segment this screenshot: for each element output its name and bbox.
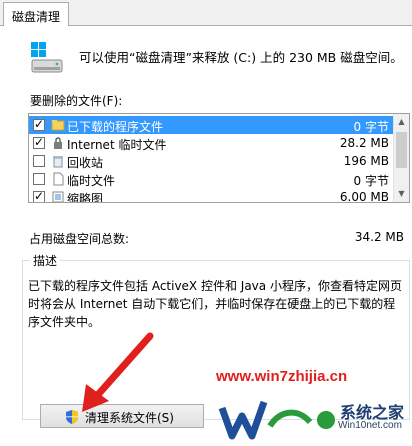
item-name: 已下载的程序文件 bbox=[67, 120, 164, 134]
description-title: 描述 bbox=[30, 252, 61, 269]
item-checkbox[interactable] bbox=[33, 135, 45, 149]
list-item[interactable]: 回收站 196 MB bbox=[29, 152, 395, 170]
clean-system-files-button[interactable]: 清理系统文件(S) bbox=[40, 404, 204, 428]
item-size: 196 MB bbox=[343, 154, 389, 168]
description-text: 已下载的程序文件包括 ActiveX 控件和 Java 小程序，你查看特定网页时… bbox=[28, 279, 402, 329]
item-size: 6.00 MB bbox=[339, 190, 389, 203]
item-name: 临时文件 bbox=[67, 174, 116, 188]
item-name: 回收站 bbox=[67, 156, 104, 170]
scroll-up-icon[interactable]: ▲ bbox=[394, 114, 409, 130]
recycle-bin-icon bbox=[53, 156, 63, 168]
scroll-thumb[interactable] bbox=[396, 132, 407, 168]
list-item[interactable]: Internet 临时文件 28.2 MB bbox=[29, 134, 395, 152]
disk-cleanup-drive-icon bbox=[31, 42, 63, 73]
item-checkbox[interactable] bbox=[33, 117, 45, 131]
uac-shield-icon bbox=[66, 410, 78, 424]
item-checkbox[interactable] bbox=[33, 155, 45, 167]
item-checkbox[interactable] bbox=[33, 189, 45, 202]
scroll-down-icon[interactable]: ▼ bbox=[394, 186, 409, 202]
list-item[interactable]: 已下载的程序文件 0 字节 bbox=[29, 116, 395, 134]
clean-system-files-label: 清理系统文件(S) bbox=[85, 411, 174, 425]
ie-lock-icon bbox=[54, 137, 62, 149]
list-item[interactable]: 临时文件 0 字节 bbox=[29, 170, 395, 188]
item-size: 0 字节 bbox=[353, 120, 389, 134]
item-size: 28.2 MB bbox=[339, 136, 389, 150]
watermark-url: www.win7zhijia.cn bbox=[216, 368, 348, 385]
tab-gap bbox=[4, 25, 68, 26]
watermark-site: Win10net.com bbox=[338, 420, 402, 431]
thumbnail-icon bbox=[52, 191, 64, 202]
header-text: 可以使用“磁盘清理”来释放 (C:) 上的 230 MB 磁盘空间。 bbox=[79, 50, 403, 65]
item-name: 缩略图 bbox=[67, 192, 104, 203]
item-name: Internet 临时文件 bbox=[67, 138, 167, 152]
files-to-delete-label: 要删除的文件(F): bbox=[30, 94, 123, 108]
tab-disk-cleanup[interactable]: 磁盘清理 bbox=[3, 2, 69, 26]
file-icon bbox=[53, 172, 64, 186]
list-scrollbar[interactable]: ▲ ▼ bbox=[393, 114, 409, 202]
item-size: 0 字节 bbox=[353, 174, 389, 188]
total-space-label: 占用磁盘空间总数: bbox=[29, 232, 130, 246]
files-list[interactable]: 已下载的程序文件 0 字节 Internet 临时文件 28.2 MB 回收站 … bbox=[28, 113, 410, 203]
total-space-value: 34.2 MB bbox=[354, 230, 404, 244]
list-item[interactable]: 缩略图 6.00 MB bbox=[29, 188, 395, 203]
folder-icon bbox=[51, 120, 65, 131]
item-checkbox[interactable] bbox=[33, 173, 45, 185]
